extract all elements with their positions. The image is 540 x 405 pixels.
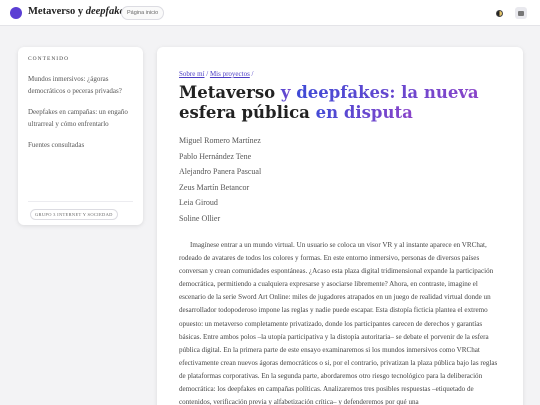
site-title-main: Metaverso y xyxy=(28,6,86,17)
home-button[interactable]: Página inicio xyxy=(121,6,165,20)
title-part-disputa: en disputa xyxy=(309,103,413,122)
title-part-y: y xyxy=(275,83,297,102)
author-name: Pablo Hernández Tene xyxy=(179,151,252,161)
top-bar: Metaverso y deepfakes Página inicio xyxy=(0,0,540,26)
intro-paragraph: Imagínese entrar a un mundo virtual. Un … xyxy=(179,241,498,405)
print-icon[interactable] xyxy=(515,7,527,19)
breadcrumb-mis-proyectos[interactable]: Mis proyectos xyxy=(210,70,250,78)
toc-item-fuentes[interactable]: Fuentes consultadas xyxy=(28,139,133,151)
author-name: Soline Ollier xyxy=(179,213,221,223)
title-part-metaverso: Metaverso xyxy=(179,83,276,102)
toc-heading: CONTENIDO xyxy=(28,56,70,62)
sidebar-divider xyxy=(28,201,133,202)
breadcrumb-sobre-mi[interactable]: Sobre mí xyxy=(179,70,204,78)
title-part-deepfakes: deepfakes: la nueva xyxy=(296,83,479,102)
article-card: Sobre mí / Mis proyectos / Metaverso y d… xyxy=(157,47,523,405)
group-badge: GRUPO 3 INTERNET Y SOCIEDAD xyxy=(30,209,118,220)
title-part-esfera: esfera pública xyxy=(179,103,310,122)
author-name: Miguel Romero Martínez xyxy=(179,136,261,145)
article-body: Imagínese entrar a un mundo virtual. Un … xyxy=(179,239,501,405)
author-list: Miguel Romero Martínez Pablo Hernández T… xyxy=(179,133,501,226)
toc-item-deepfakes[interactable]: Deepfakes en campañas: un engaño ultrarr… xyxy=(28,106,133,130)
toc-item-mundos-inmersivos[interactable]: Mundos inmersivos: ¿ágoras democráticos … xyxy=(28,73,133,97)
site-logo-icon[interactable] xyxy=(10,7,22,19)
author-name: Leia Giroud xyxy=(179,198,218,207)
breadcrumb-separator-trailing: / xyxy=(249,70,254,78)
table-of-contents-sidebar: CONTENIDO Mundos inmersivos: ¿ágoras dem… xyxy=(18,47,143,225)
printer-glyph-icon xyxy=(518,10,524,16)
breadcrumb: Sobre mí / Mis proyectos / xyxy=(179,70,501,78)
author-name: Alejandro Panera Pascual xyxy=(179,167,262,176)
theme-toggle-icon[interactable] xyxy=(493,7,505,19)
site-title[interactable]: Metaverso y deepfakes xyxy=(28,6,128,17)
author-name: Zeus Martín Betancor xyxy=(179,182,250,192)
page-title: Metaverso y deepfakes: la nueva esfera pú… xyxy=(179,83,501,123)
half-moon-icon xyxy=(495,9,503,17)
